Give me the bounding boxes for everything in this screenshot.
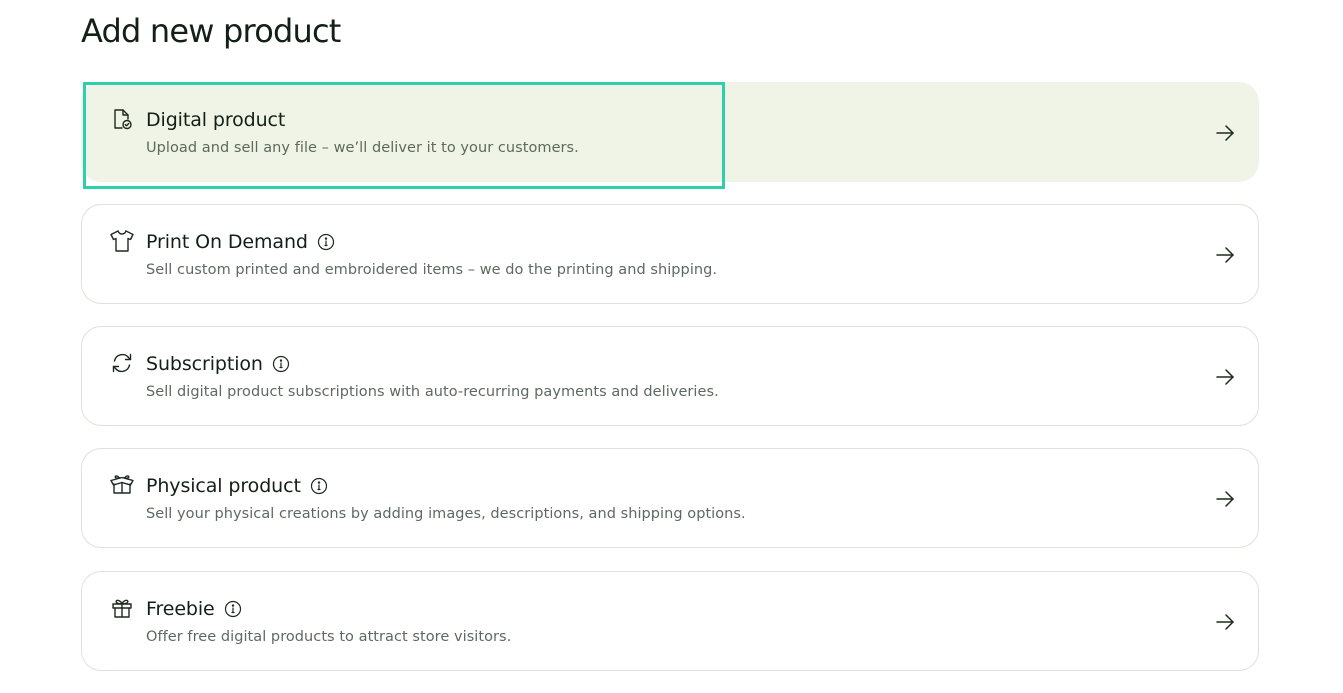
arrow-right-icon xyxy=(1214,488,1236,510)
page-title: Add new product xyxy=(81,12,341,50)
card-title: Digital product xyxy=(146,109,286,131)
card-title: Print On Demand xyxy=(146,231,308,253)
info-icon[interactable] xyxy=(272,355,290,373)
box-icon xyxy=(109,472,135,498)
card-title: Physical product xyxy=(146,475,301,497)
info-icon[interactable] xyxy=(224,600,242,618)
tshirt-icon xyxy=(109,228,135,254)
card-description: Offer free digital products to attract s… xyxy=(146,629,512,645)
refresh-icon xyxy=(109,350,135,376)
gift-icon xyxy=(109,595,135,621)
subscription-option[interactable]: Subscription Sell digital product subscr… xyxy=(81,326,1259,426)
arrow-right-icon xyxy=(1214,366,1236,388)
card-description: Sell your physical creations by adding i… xyxy=(146,506,746,522)
info-icon[interactable] xyxy=(317,233,335,251)
card-description: Upload and sell any file – we’ll deliver… xyxy=(146,140,579,156)
card-title: Subscription xyxy=(146,353,263,375)
print-on-demand-option[interactable]: Print On Demand Sell custom printed and … xyxy=(81,204,1259,304)
card-description: Sell custom printed and embroidered item… xyxy=(146,262,718,278)
digital-product-option[interactable]: Digital product Upload and sell any file… xyxy=(81,82,1259,182)
arrow-right-icon xyxy=(1214,611,1236,633)
info-icon[interactable] xyxy=(310,477,328,495)
file-check-icon xyxy=(109,106,135,132)
arrow-right-icon xyxy=(1214,122,1236,144)
card-description: Sell digital product subscriptions with … xyxy=(146,384,719,400)
arrow-right-icon xyxy=(1214,244,1236,266)
physical-product-option[interactable]: Physical product Sell your physical crea… xyxy=(81,448,1259,548)
freebie-option[interactable]: Freebie Offer free digital products to a… xyxy=(81,571,1259,671)
card-title: Freebie xyxy=(146,598,215,620)
